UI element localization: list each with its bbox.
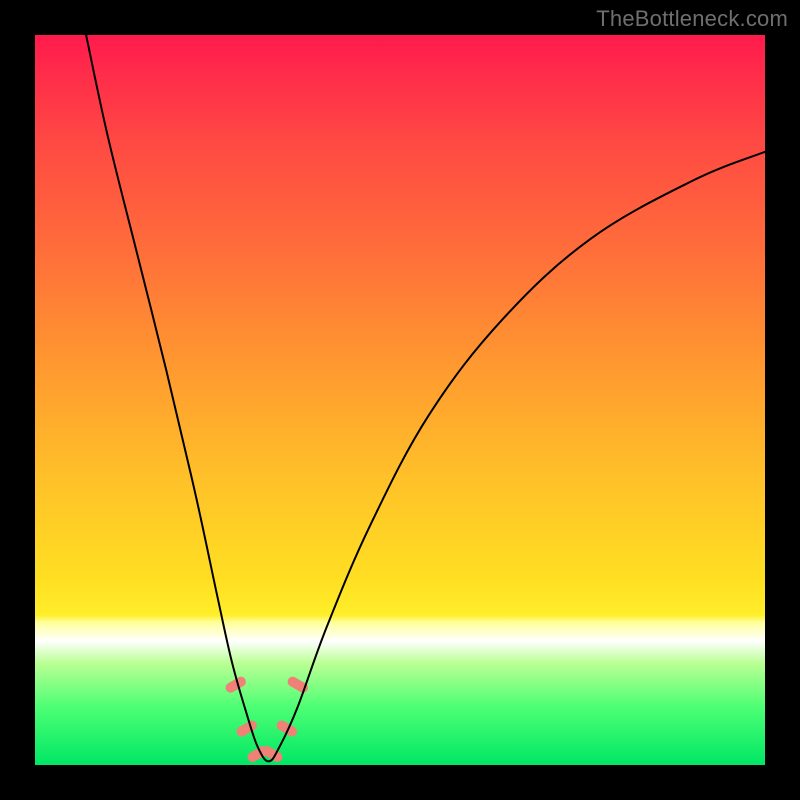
bottleneck-curve bbox=[86, 35, 765, 761]
chart-frame: TheBottleneck.com bbox=[0, 0, 800, 800]
plot-area bbox=[35, 35, 765, 765]
highlight-bead bbox=[275, 719, 299, 739]
highlight-bead bbox=[235, 719, 259, 739]
watermark-text: TheBottleneck.com bbox=[596, 6, 788, 32]
curve-layer bbox=[35, 35, 765, 765]
highlight-beads-group bbox=[224, 675, 310, 764]
